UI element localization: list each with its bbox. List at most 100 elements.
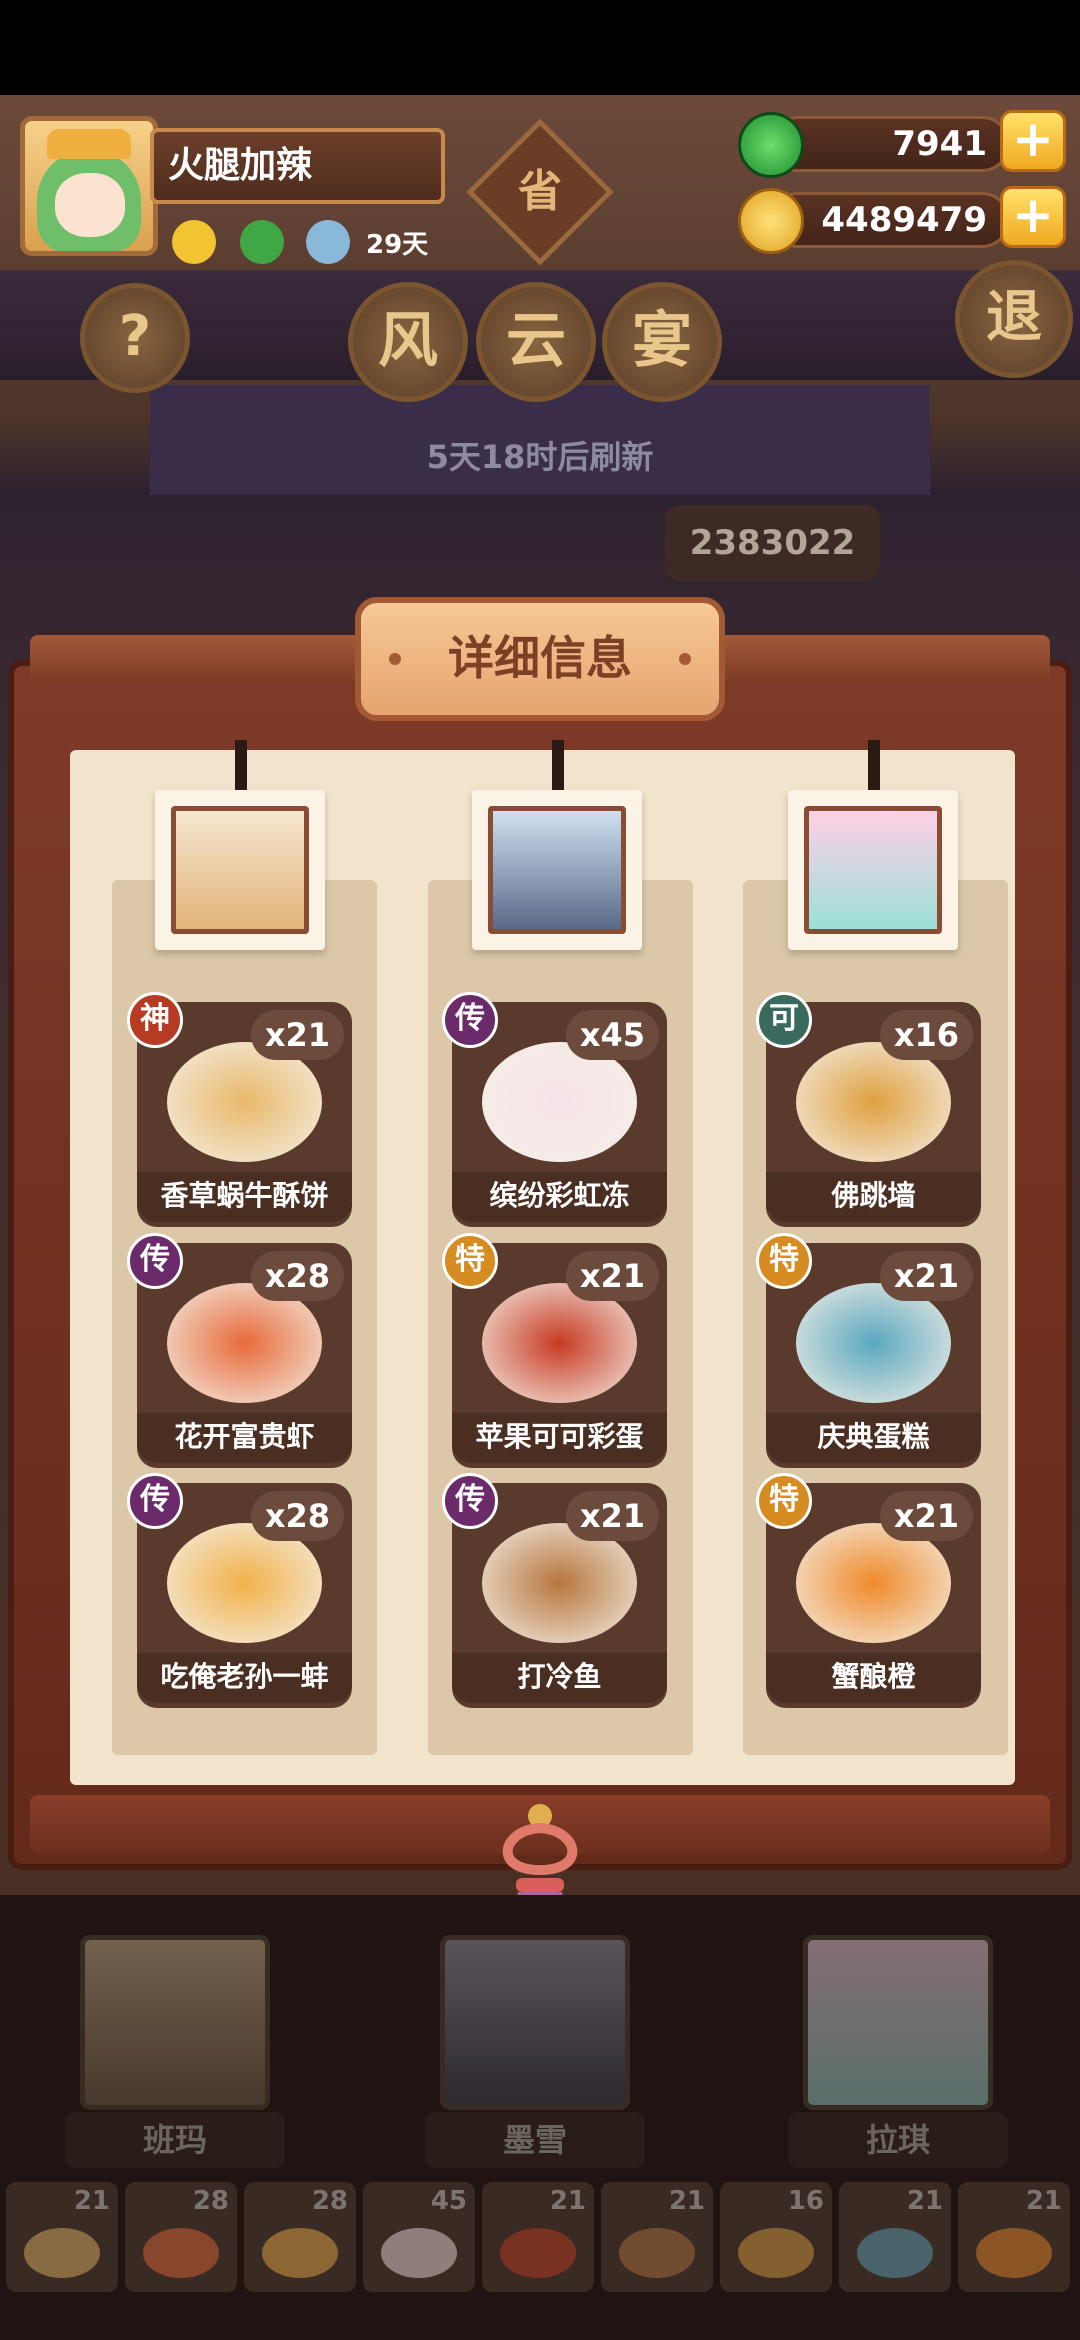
- tray-dish-image: [976, 2228, 1052, 2278]
- tray-dish[interactable]: 21: [6, 2182, 118, 2292]
- dish-card[interactable]: 特 x21 苹果可可彩蛋: [442, 1233, 667, 1468]
- score-display: 2383022: [665, 505, 880, 581]
- dish-name: 苹果可可彩蛋: [452, 1413, 667, 1463]
- dish-count: x45: [565, 1010, 659, 1060]
- dish-name: 香草蜗牛酥饼: [137, 1172, 352, 1222]
- dish-name: 花开富贵虾: [137, 1413, 352, 1463]
- exit-button[interactable]: 退: [955, 260, 1073, 378]
- jade-amount: 7941: [770, 116, 1010, 172]
- tray-dish-count: 21: [906, 2186, 943, 2216]
- player-avatar[interactable]: [20, 116, 158, 256]
- dish-image: [482, 1042, 637, 1162]
- status-bar-area: [0, 0, 1080, 95]
- event-title-char-1: 风: [348, 282, 468, 402]
- tray-dish-image: [381, 2228, 457, 2278]
- dish-image: [167, 1523, 322, 1643]
- dish-name: 缤纷彩虹冻: [452, 1172, 667, 1222]
- tray-dish[interactable]: 28: [244, 2182, 356, 2292]
- rarity-badge: 可: [756, 992, 812, 1048]
- player-name: 火腿加辣: [150, 128, 445, 204]
- add-gold-button[interactable]: +: [1000, 186, 1066, 248]
- dish-image: [796, 1042, 951, 1162]
- tray-dish[interactable]: 45: [363, 2182, 475, 2292]
- tray-dish[interactable]: 21: [839, 2182, 951, 2292]
- dish-card[interactable]: 传 x28 吃俺老孙一蚌: [127, 1473, 352, 1708]
- rarity-badge: 传: [442, 1473, 498, 1529]
- dish-name: 蟹酿橙: [766, 1653, 981, 1703]
- tray-dish-count: 28: [311, 2186, 348, 2216]
- dish-card[interactable]: 特 x21 蟹酿橙: [756, 1473, 981, 1708]
- dish-count: x21: [250, 1010, 344, 1060]
- tray-dish-count: 16: [787, 2186, 824, 2216]
- dish-image: [482, 1283, 637, 1403]
- rarity-badge: 传: [127, 1233, 183, 1289]
- dish-image: [482, 1523, 637, 1643]
- modal-title: 详细信息: [355, 597, 725, 721]
- dish-name: 庆典蛋糕: [766, 1413, 981, 1463]
- tray-dish-image: [143, 2228, 219, 2278]
- rarity-badge: 特: [756, 1473, 812, 1529]
- tray-dish-image: [619, 2228, 695, 2278]
- dish-count: x16: [879, 1010, 973, 1060]
- rarity-badge: 特: [756, 1233, 812, 1289]
- tray-dish[interactable]: 21: [601, 2182, 713, 2292]
- dish-count: x21: [565, 1491, 659, 1541]
- dish-card[interactable]: 传 x28 花开富贵虾: [127, 1233, 352, 1468]
- boost-days: 29天: [366, 230, 429, 260]
- gold-coin-icon: [738, 188, 804, 254]
- character-portrait-2[interactable]: [472, 740, 642, 950]
- rarity-badge: 特: [442, 1233, 498, 1289]
- modal-title-text: 详细信息: [448, 631, 632, 685]
- dish-card[interactable]: 神 x21 香草蜗牛酥饼: [127, 992, 352, 1227]
- jade-icon: [738, 112, 804, 178]
- help-button[interactable]: ?: [80, 283, 190, 393]
- character-name-3: 拉琪: [788, 2112, 1008, 2168]
- dish-count: x21: [879, 1491, 973, 1541]
- tray-dish[interactable]: 21: [958, 2182, 1070, 2292]
- tray-dish-image: [24, 2228, 100, 2278]
- rarity-badge: 神: [127, 992, 183, 1048]
- character-name-2: 墨雪: [425, 2112, 645, 2168]
- tray-dish-count: 45: [430, 2186, 467, 2216]
- tray-dish-count: 21: [549, 2186, 586, 2216]
- dish-count: x28: [250, 1491, 344, 1541]
- province-badge[interactable]: 省: [488, 140, 592, 244]
- tray-dish-count: 21: [73, 2186, 110, 2216]
- dish-name: 佛跳墙: [766, 1172, 981, 1222]
- dish-image: [167, 1042, 322, 1162]
- character-portrait-3[interactable]: [788, 740, 958, 950]
- tray-dish-image: [738, 2228, 814, 2278]
- character-card-2[interactable]: [440, 1935, 630, 2110]
- dish-card[interactable]: 可 x16 佛跳墙: [756, 992, 981, 1227]
- dish-image: [167, 1283, 322, 1403]
- gold-amount: 4489479: [770, 192, 1010, 248]
- tray-dish-count: 28: [192, 2186, 229, 2216]
- green-boost-icon: [240, 220, 284, 264]
- dish-card[interactable]: 特 x21 庆典蛋糕: [756, 1233, 981, 1468]
- add-jade-button[interactable]: +: [1000, 110, 1066, 172]
- potion-boost-icon: [306, 220, 350, 264]
- dish-name: 打冷鱼: [452, 1653, 667, 1703]
- tray-dish[interactable]: 28: [125, 2182, 237, 2292]
- character-portrait-1[interactable]: [155, 740, 325, 950]
- character-card-3[interactable]: [803, 1935, 993, 2110]
- dish-card[interactable]: 传 x45 缤纷彩虹冻: [442, 992, 667, 1227]
- tray-dish[interactable]: 21: [482, 2182, 594, 2292]
- dish-card[interactable]: 传 x21 打冷鱼: [442, 1473, 667, 1708]
- dish-count: x21: [565, 1251, 659, 1301]
- character-card-1[interactable]: [80, 1935, 270, 2110]
- dish-name: 吃俺老孙一蚌: [137, 1653, 352, 1703]
- tray-dish-count: 21: [1025, 2186, 1062, 2216]
- gold-boost-icon: [172, 220, 216, 264]
- tray-dish-image: [857, 2228, 933, 2278]
- event-title-char-3: 宴: [602, 282, 722, 402]
- dish-image: [796, 1523, 951, 1643]
- tray-dish-count: 21: [668, 2186, 705, 2216]
- rarity-badge: 传: [442, 992, 498, 1048]
- dish-image: [796, 1283, 951, 1403]
- tray-dish[interactable]: 16: [720, 2182, 832, 2292]
- dish-count: x28: [250, 1251, 344, 1301]
- refresh-timer-text: 5天18时后刷新: [426, 438, 654, 476]
- tray-dish-image: [262, 2228, 338, 2278]
- rarity-badge: 传: [127, 1473, 183, 1529]
